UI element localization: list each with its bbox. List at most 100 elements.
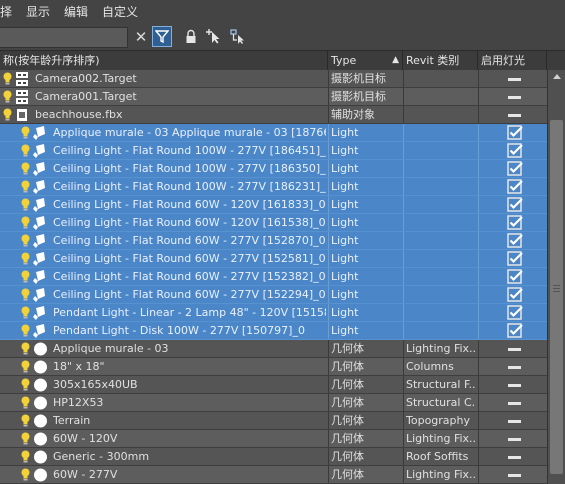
light-disabled-dash[interactable] bbox=[508, 96, 521, 99]
light-bulb-icon[interactable] bbox=[21, 468, 30, 482]
vertical-scrollbar[interactable] bbox=[547, 70, 565, 484]
menu-item[interactable]: 择 bbox=[0, 3, 12, 20]
tree-row[interactable]: Ceiling Light - Flat Round 60W - 120V [1… bbox=[0, 196, 547, 214]
row-name: Pendant Light - Disk 100W - 277V [150797… bbox=[53, 324, 305, 337]
tree-row[interactable]: Terrain 几何体 Topography bbox=[0, 412, 547, 430]
tree-row[interactable]: Ceiling Light - Flat Round 60W - 277V [1… bbox=[0, 268, 547, 286]
enable-light-checkbox[interactable] bbox=[507, 197, 523, 212]
filter-toggle-button[interactable] bbox=[152, 26, 172, 47]
light-bulb-icon[interactable] bbox=[21, 180, 30, 194]
row-type: 几何体 bbox=[331, 432, 364, 445]
column-name-header[interactable]: 称(按年龄升序排序) bbox=[0, 51, 328, 70]
light-bulb-icon[interactable] bbox=[21, 144, 30, 158]
enable-light-checkbox[interactable] bbox=[507, 161, 523, 176]
enable-light-checkbox[interactable] bbox=[507, 269, 523, 284]
tree-row[interactable]: Pendant Light - Linear - 2 Lamp 48" - 12… bbox=[0, 304, 547, 322]
light-object-icon bbox=[33, 162, 45, 176]
light-bulb-icon[interactable] bbox=[21, 450, 30, 464]
enable-light-checkbox[interactable] bbox=[507, 179, 523, 194]
light-bulb-icon[interactable] bbox=[3, 108, 12, 122]
light-bulb-icon[interactable] bbox=[21, 162, 30, 176]
tree-row[interactable]: Applique murale - 03 Applique murale - 0… bbox=[0, 124, 547, 142]
light-disabled-dash[interactable] bbox=[508, 420, 521, 423]
light-bulb-icon[interactable] bbox=[21, 270, 30, 284]
tree-row[interactable]: Ceiling Light - Flat Round 60W - 277V [1… bbox=[0, 286, 547, 304]
light-bulb-icon[interactable] bbox=[21, 306, 30, 320]
tree-row[interactable]: 60W - 120V 几何体 Lighting Fix... bbox=[0, 430, 547, 448]
select-children-button[interactable] bbox=[228, 26, 248, 47]
light-bulb-icon[interactable] bbox=[21, 342, 30, 356]
column-type-label: Type bbox=[331, 54, 357, 67]
light-disabled-dash[interactable] bbox=[508, 402, 521, 405]
column-enable-light-header[interactable]: 启用灯光 bbox=[478, 51, 547, 70]
light-disabled-dash[interactable] bbox=[508, 438, 521, 441]
light-disabled-dash[interactable] bbox=[508, 348, 521, 351]
tree-row[interactable]: Ceiling Light - Flat Round 100W - 277V [… bbox=[0, 142, 547, 160]
light-bulb-icon[interactable] bbox=[3, 72, 12, 86]
light-object-icon bbox=[33, 234, 45, 248]
enable-light-checkbox[interactable] bbox=[507, 251, 523, 266]
light-bulb-icon[interactable] bbox=[21, 378, 30, 392]
light-object-icon bbox=[33, 252, 45, 266]
light-bulb-icon[interactable] bbox=[21, 126, 30, 140]
scroll-thumb[interactable] bbox=[550, 120, 563, 474]
light-bulb-icon[interactable] bbox=[21, 198, 30, 212]
menu-item[interactable]: 编辑 bbox=[64, 3, 88, 20]
light-bulb-icon[interactable] bbox=[21, 360, 30, 374]
tree-row[interactable]: Ceiling Light - Flat Round 60W - 120V [1… bbox=[0, 214, 547, 232]
light-bulb-icon[interactable] bbox=[21, 414, 30, 428]
search-input[interactable] bbox=[0, 27, 128, 48]
tree-row[interactable]: Ceiling Light - Flat Round 100W - 277V [… bbox=[0, 178, 547, 196]
light-bulb-icon[interactable] bbox=[21, 396, 30, 410]
light-disabled-dash[interactable] bbox=[508, 474, 521, 477]
light-bulb-icon[interactable] bbox=[21, 432, 30, 446]
enable-light-checkbox[interactable] bbox=[507, 125, 523, 140]
column-type-header[interactable]: Type ▲ bbox=[328, 51, 403, 70]
light-bulb-icon[interactable] bbox=[21, 234, 30, 248]
light-disabled-dash[interactable] bbox=[508, 78, 521, 81]
tree-row[interactable]: 18" x 18" 几何体 Columns bbox=[0, 358, 547, 376]
clear-search-button[interactable]: ✕ bbox=[131, 26, 151, 47]
light-disabled-dash[interactable] bbox=[508, 114, 521, 117]
enable-light-checkbox[interactable] bbox=[507, 323, 523, 338]
tree-row[interactable]: beachhouse.fbx 辅助对象 bbox=[0, 106, 547, 124]
tree-row[interactable]: Ceiling Light - Flat Round 60W - 277V [1… bbox=[0, 232, 547, 250]
tree-row[interactable]: Applique murale - 03 几何体 Lighting Fix... bbox=[0, 340, 547, 358]
row-type: Light bbox=[331, 252, 359, 265]
light-disabled-dash[interactable] bbox=[508, 384, 521, 387]
row-revit-category bbox=[406, 70, 476, 87]
row-name: 18" x 18" bbox=[53, 360, 105, 373]
tree-row[interactable]: HP12X53 几何体 Structural C... bbox=[0, 394, 547, 412]
light-bulb-icon[interactable] bbox=[21, 324, 30, 338]
enable-light-checkbox[interactable] bbox=[507, 143, 523, 158]
tree-row[interactable]: Generic - 300mm 几何体 Roof Soffits bbox=[0, 448, 547, 466]
row-revit-category bbox=[406, 304, 476, 321]
tree-row[interactable]: 60W - 277V 几何体 Lighting Fix... bbox=[0, 466, 547, 484]
enable-light-checkbox[interactable] bbox=[507, 287, 523, 302]
menu-item[interactable]: 自定义 bbox=[102, 3, 138, 20]
tree-row[interactable]: Camera001.Target 摄影机目标 bbox=[0, 88, 547, 106]
light-disabled-dash[interactable] bbox=[508, 456, 521, 459]
light-bulb-icon[interactable] bbox=[3, 90, 12, 104]
scroll-up-icon[interactable] bbox=[553, 74, 561, 79]
light-bulb-icon[interactable] bbox=[21, 288, 30, 302]
light-disabled-dash[interactable] bbox=[508, 366, 521, 369]
light-object-icon bbox=[33, 216, 45, 230]
column-revit-category-header[interactable]: Revit 类别 bbox=[403, 51, 478, 70]
lock-button[interactable] bbox=[181, 26, 201, 47]
tree-row[interactable]: Pendant Light - Disk 100W - 277V [150797… bbox=[0, 322, 547, 340]
menu-item[interactable]: 显示 bbox=[26, 3, 50, 20]
enable-light-checkbox[interactable] bbox=[507, 215, 523, 230]
row-type: 摄影机目标 bbox=[331, 72, 386, 85]
light-bulb-icon[interactable] bbox=[21, 252, 30, 266]
tree-row[interactable]: Ceiling Light - Flat Round 100W - 277V [… bbox=[0, 160, 547, 178]
enable-light-checkbox[interactable] bbox=[507, 233, 523, 248]
light-bulb-icon[interactable] bbox=[21, 216, 30, 230]
add-selection-button[interactable] bbox=[204, 26, 224, 47]
tree-row[interactable]: 305x165x40UB 几何体 Structural F... bbox=[0, 376, 547, 394]
tree-row[interactable]: Camera002.Target 摄影机目标 bbox=[0, 70, 547, 88]
tree-row[interactable]: Ceiling Light - Flat Round 60W - 277V [1… bbox=[0, 250, 547, 268]
row-name: Pendant Light - Linear - 2 Lamp 48" - 12… bbox=[53, 306, 326, 319]
enable-light-checkbox[interactable] bbox=[507, 305, 523, 320]
row-type: 几何体 bbox=[331, 342, 364, 355]
